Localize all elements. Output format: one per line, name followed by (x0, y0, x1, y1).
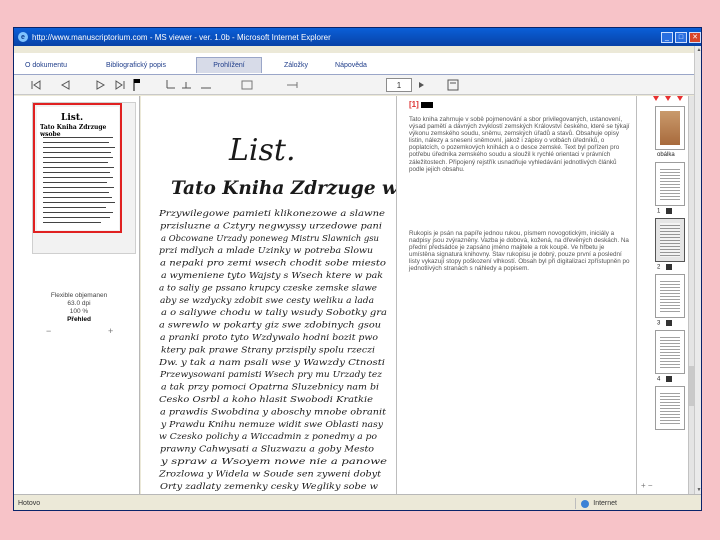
manuscript-heading-2: Tato Kniha Zdrzuge wsobe (171, 178, 396, 199)
manuscript-line: a tak przy pomoci Opatrna Sluzebnicy nam… (161, 383, 379, 393)
visible-area-marker[interactable] (33, 103, 122, 233)
manuscript-line: a nepaki pro zemi wsech chodit sobe mies… (160, 259, 386, 269)
page-list-zoom[interactable]: + − (641, 481, 653, 490)
page-thumb-label: obálka (657, 152, 675, 158)
manuscript-line: a wymeniene tyto Wajsty s Wsech ktere w … (161, 271, 383, 281)
info-line-2: 63.0 dpi (67, 300, 91, 307)
info-line-3: 100 % (69, 308, 89, 315)
tab-o-dokumentu[interactable]: O dokumentu (18, 57, 74, 73)
transcription-paragraph-1: Tato kniha zahrnuje v sobě pojmenování a… (409, 116, 630, 173)
page-thumb-label: 2 (657, 264, 673, 271)
manuscript-line: Cesko Osrbl a koho hlasit Swobodi Kratki… (159, 395, 373, 405)
thumbnail-zoom-out-button[interactable]: − (46, 326, 51, 336)
maximize-button[interactable]: □ (675, 31, 687, 43)
scroll-down-icon[interactable]: ▼ (695, 486, 701, 494)
page-thumb-label: 1 (657, 208, 673, 215)
manuscript-line: Orty zadlaty zemenky cesky Wegliky sobe … (160, 482, 379, 492)
thumbnail-zoom-in-button[interactable]: + (108, 326, 113, 336)
page-thumb-2[interactable] (655, 218, 685, 262)
browser-window: e http://www.manuscriptorium.com - MS vi… (13, 27, 702, 511)
page-badge (420, 101, 433, 108)
tab-bar: O dokumentu Bibliografický popis Prohlíž… (14, 53, 701, 75)
marker-arrow-icon[interactable] (653, 96, 659, 101)
first-page-icon[interactable] (28, 78, 42, 92)
marker-arrow-icon[interactable] (665, 96, 671, 101)
print-icon[interactable] (446, 78, 460, 92)
transcription-panel: [1] Tato kniha zahrnuje v sobě pojmenová… (396, 96, 636, 494)
manuscript-line: a pranki proto tyto Wzdywalo hodni bozit… (160, 333, 378, 343)
title-bar: e http://www.manuscriptorium.com - MS vi… (14, 28, 701, 46)
window-title: http://www.manuscriptorium.com - MS view… (32, 32, 331, 42)
marker-arrow-icon[interactable] (677, 96, 683, 101)
status-text: Hotovo (18, 499, 41, 507)
manuscript-line: a Obcowane Urzady poneweg Mistru Slawnic… (161, 234, 379, 244)
zoom-in-icon[interactable] (180, 78, 192, 92)
security-zone: Internet (575, 498, 617, 509)
manuscript-line: y Prawdu Knihu nemuze widit swe Oblasti … (160, 420, 383, 430)
status-bar: Hotovo Internet (14, 494, 701, 510)
thumbnail-panel: List. Tato Kniha Zdrzuge wsobe Flexible … (14, 96, 140, 494)
last-page-icon[interactable] (114, 78, 128, 92)
manuscript-line: ktery pak prawe Strany przispily spolu r… (161, 345, 375, 355)
next-page-icon[interactable] (94, 78, 108, 92)
manuscript-line: a prawdis Swobdina y aboschy mnobe obran… (160, 407, 387, 417)
window-scrollbar[interactable]: ▲ ▼ (694, 46, 701, 494)
manuscript-line: a o saliywe chodu w taliy wsudy Sobotky … (161, 308, 387, 318)
zoom-out-icon[interactable] (164, 78, 176, 92)
globe-icon (581, 499, 590, 508)
page-thumb-cover[interactable] (655, 106, 685, 150)
manuscript-line: Przewysowani pamisti Wsech pry mu Urzady… (159, 370, 383, 380)
manuscript-line: przisluzne a Cztyry negwyssy urzedowe pa… (160, 221, 382, 231)
manuscript-line: Dw. y tak a nam psali wse y Wawzdy Ctnos… (158, 358, 385, 368)
page-thumb-3[interactable] (655, 274, 685, 318)
flag-icon[interactable] (132, 78, 142, 92)
manuscript-line: Zrozlowa y Widela w Soude sen zyweni dob… (158, 469, 382, 479)
manuscript-line: y spraw a Wsoyem nowe nie a panowe (160, 457, 387, 467)
manuscript-line: w Czesko polichy a Wiccadmin z ponedmy a… (159, 432, 377, 442)
overview-label: Přehled (67, 316, 91, 323)
page-thumb-label: 3 (657, 320, 673, 327)
zone-label: Internet (593, 500, 617, 507)
manuscript-line: aby se wzdycky zdobit swe cesty weliku a… (160, 296, 374, 306)
internet-explorer-icon: e (18, 32, 28, 42)
manuscript-view[interactable]: List. Tato Kniha Zdrzuge wsobe Przywileg… (141, 96, 396, 494)
page-thumb-5[interactable] (655, 386, 685, 430)
go-page-icon[interactable] (416, 78, 426, 92)
rotate-icon[interactable] (284, 78, 300, 92)
page-thumb-1[interactable] (655, 162, 685, 206)
minimize-button[interactable]: _ (661, 31, 673, 43)
manuscript-heading-1: List. (228, 133, 296, 168)
scroll-up-icon[interactable]: ▲ (695, 46, 701, 54)
tab-prohlizeni[interactable]: Prohlížení (196, 57, 262, 73)
fit-width-icon[interactable] (200, 78, 212, 92)
page-thumb-label: 4 (657, 376, 673, 383)
manuscript-line: Przywilegowe pamieti klikonezowe a slawn… (158, 209, 385, 219)
viewer-toolbar: 1 (14, 75, 701, 95)
manuscript-line: a swrewlo w pokarty giz swe zdobinych gs… (159, 321, 381, 331)
page-thumbnail[interactable]: List. Tato Kniha Zdrzuge wsobe (32, 102, 136, 254)
transcription-paragraph-2: Rukopis je psán na papíře jednou rukou, … (409, 230, 630, 273)
tab-bibliograficky-popis[interactable]: Bibliografický popis (92, 57, 180, 73)
manuscript-image: List. Tato Kniha Zdrzuge wsobe Przywileg… (158, 133, 396, 492)
page-thumb-4[interactable] (655, 330, 685, 374)
info-line-1: Flexible objemanen (50, 292, 108, 299)
close-button[interactable]: ✕ (689, 31, 701, 43)
manuscript-line: prawny Cahwysati a Sluzwazu a goby Mesto (160, 445, 374, 455)
thumbnail-info: Flexible objemanen 63.0 dpi 100 % Přehle… (24, 292, 134, 324)
page-list-panel: obálka 1 2 3 4 + − (636, 96, 695, 494)
tab-zalozky[interactable]: Záložky (276, 57, 316, 73)
manuscript-line: a to saliy ge pssano krupcy czeske zemsk… (159, 283, 377, 293)
prev-page-icon[interactable] (58, 78, 72, 92)
tab-napoveda[interactable]: Nápověda (328, 57, 374, 73)
manuscript-text-lines: Przywilegowe pamieti klikonezowe a slawn… (158, 209, 387, 492)
manuscript-line: przi mdlych a mlade Uzinky w potreba Slo… (159, 246, 373, 256)
fit-page-icon[interactable] (240, 78, 254, 92)
page-number-label: [1] (409, 100, 433, 109)
page-select[interactable]: 1 (386, 78, 412, 92)
